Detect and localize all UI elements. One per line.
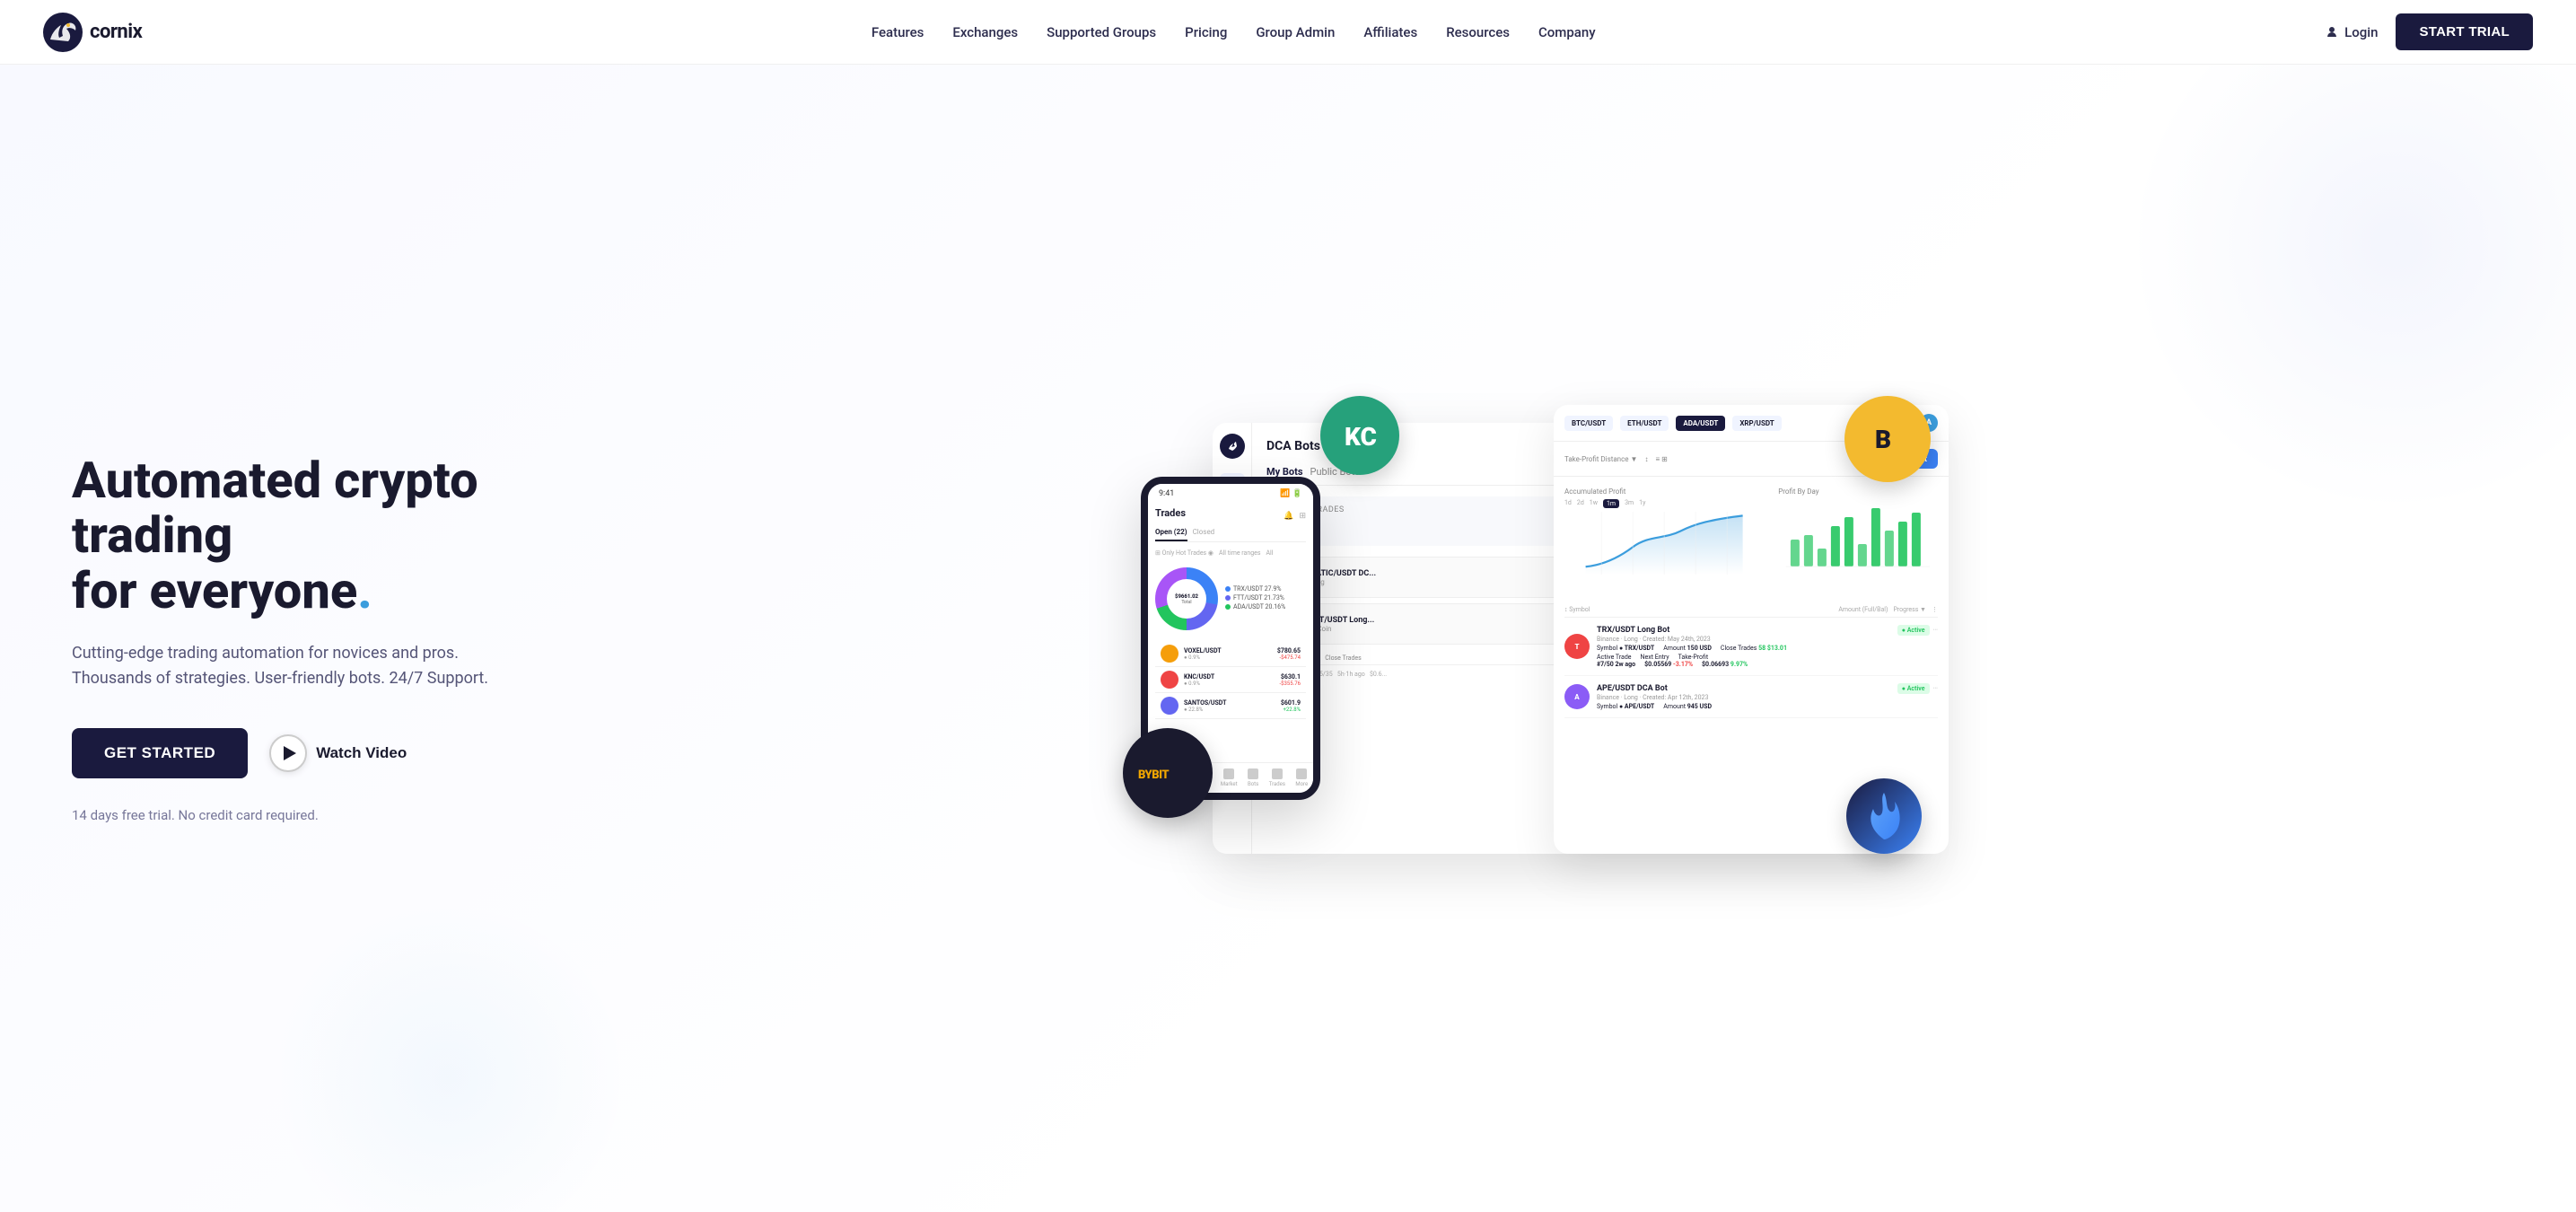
phone-tab-open: Open (22) <box>1155 528 1187 541</box>
hero-section: Automated crypto trading for everyone. C… <box>0 65 2576 1212</box>
market-pair-adausdt[interactable]: ADA/USDT <box>1676 416 1725 431</box>
market-pair-ethusdt[interactable]: ETH/USDT <box>1620 416 1669 431</box>
bar-chart: Profit By Day <box>1764 487 1938 575</box>
nav-right: Login START TRIAL <box>2325 13 2533 50</box>
phone-header: Trades <box>1155 507 1186 519</box>
trial-note: 14 days free trial. No credit card requi… <box>72 807 521 823</box>
login-button[interactable]: Login <box>2325 24 2378 40</box>
phone-tabs: Open (22) Closed <box>1155 528 1306 542</box>
nav-links: Features Exchanges Supported Groups Pric… <box>872 23 1596 40</box>
phone-donut-chart: $9661.02 Total <box>1155 567 1218 630</box>
play-triangle-icon <box>284 746 296 760</box>
bybit-logo: BYBIT <box>1123 728 1213 818</box>
phone-bot-item: VOXEL/USDT ● 0.9% $780.65 -$475.74 <box>1155 641 1306 667</box>
nav-link-company[interactable]: Company <box>1538 24 1596 40</box>
binance-logo: B <box>1844 396 1931 482</box>
nav-link-pricing[interactable]: Pricing <box>1185 24 1227 40</box>
market-pair-xrpusdt[interactable]: XRP/USDT <box>1732 416 1781 431</box>
svg-text:KC: KC <box>1345 422 1377 452</box>
stat-closed-label: Closed Trades <box>1277 505 1564 514</box>
phone-donut-area: $9661.02 Total TRX/USDT 27.9% <box>1155 562 1306 636</box>
nav-link-features[interactable]: Features <box>872 24 924 40</box>
get-started-button[interactable]: GET STARTED <box>72 728 248 778</box>
brand-name: cornix <box>90 21 142 43</box>
phone-tab-closed: Closed <box>1193 528 1215 541</box>
right-panel-bot-table: ↕ Symbol Amount (Full/Bal) Progress ▼ ⋮ … <box>1554 602 1949 718</box>
hero-actions: GET STARTED Watch Video <box>72 728 521 778</box>
blue-flame-logo <box>1846 778 1922 854</box>
phone-nav-bots[interactable]: Bots <box>1248 768 1258 787</box>
cornix-bird-icon <box>43 13 83 52</box>
nav-link-supported-groups[interactable]: Supported Groups <box>1047 24 1156 40</box>
bot-table-row: T TRX/USDT Long Bot ● Active ··· Binance… <box>1564 618 1938 676</box>
chart-area: Accumulated Profit 1d2d1w 1m 3m1y <box>1554 477 1949 602</box>
svg-text:B: B <box>1875 425 1891 454</box>
bg-blob-2 <box>269 898 628 1212</box>
kucoin-logo: KC <box>1320 396 1399 475</box>
nav-link-exchanges[interactable]: Exchanges <box>952 24 1018 40</box>
svg-text:BYBIT: BYBIT <box>1138 768 1169 782</box>
line-chart: Accumulated Profit 1d2d1w 1m 3m1y <box>1564 487 1764 592</box>
phone-legend: TRX/USDT 27.9% FTT/USDT 21.73% ADA/USDT … <box>1225 585 1306 612</box>
bot-icon-ape: A <box>1564 684 1590 709</box>
nav-link-resources[interactable]: Resources <box>1446 24 1510 40</box>
line-chart-svg: Nov 27 Dec 4 Nov 1 Nov 15 Dec 5 <box>1564 512 1764 575</box>
stat-closed-value: 2471 <box>1277 518 1564 537</box>
bot-icon-trx: T <box>1564 634 1590 659</box>
start-trial-button[interactable]: START TRIAL <box>2396 13 2533 50</box>
phone-bot-item: KNC/USDT ● 0.9% $630.1 -$355.76 <box>1155 667 1306 693</box>
logo-small-icon <box>1226 440 1239 452</box>
bar-chart-svg: Nov 27 Nov 15 Dec 5 <box>1778 499 1938 571</box>
hero-title: Automated crypto trading for everyone. <box>72 453 521 619</box>
watch-video-button[interactable]: Watch Video <box>269 734 407 772</box>
hero-subtitle: Cutting-edge trading automation for novi… <box>72 641 521 693</box>
nav-link-group-admin[interactable]: Group Admin <box>1256 24 1335 40</box>
user-icon <box>2325 25 2339 40</box>
phone-bot-item: SANTOS/USDT ● 22.8% $601.9 +22.8% <box>1155 693 1306 719</box>
accent-dot: . <box>357 561 372 620</box>
market-pair-btcusdt[interactable]: BTC/USDT <box>1564 416 1613 431</box>
phone-content: Trades 🔔 ⊞ Open (22) Closed ⊞ Only Hot T… <box>1148 500 1313 726</box>
navigation: cornix Features Exchanges Supported Grou… <box>0 0 2576 65</box>
play-icon <box>269 734 307 772</box>
nav-link-affiliates[interactable]: Affiliates <box>1363 24 1417 40</box>
bot-table-row: A APE/USDT DCA Bot ● Active ··· Binance … <box>1564 676 1938 718</box>
phone-nav-more[interactable]: More <box>1295 768 1308 787</box>
dashboard-mockup: KC 9:41 📶 🔋 Trades 🔔 ⊞ <box>1141 405 1913 872</box>
dashboard-title: DCA Bots <box>1266 439 1320 453</box>
phone-bot-list: VOXEL/USDT ● 0.9% $780.65 -$475.74 <box>1155 641 1306 719</box>
brand-logo[interactable]: cornix <box>43 13 142 52</box>
phone-nav-marketplace[interactable]: Market <box>1221 768 1238 787</box>
hero-right: KC 9:41 📶 🔋 Trades 🔔 ⊞ <box>521 369 2533 908</box>
phone-nav-trades[interactable]: Trades <box>1269 768 1285 787</box>
phone-status-bar: 9:41 📶 🔋 <box>1148 484 1313 500</box>
hero-left: Automated crypto trading for everyone. C… <box>72 453 521 823</box>
